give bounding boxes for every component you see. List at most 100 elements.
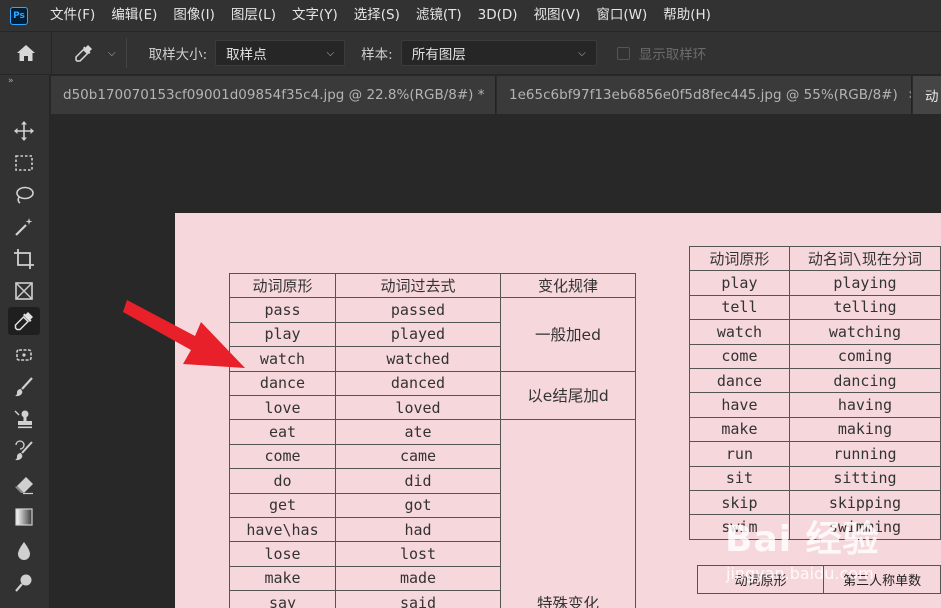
table-cell: lost [335, 541, 501, 567]
table-header: 变化规律 [500, 272, 636, 299]
table-header-row: 动词原形 动名词\现在分词 [689, 245, 941, 272]
table-cell: dance [229, 370, 336, 396]
table-header: 动词过去式 [335, 272, 501, 299]
gradient-icon [15, 508, 33, 526]
menu-view[interactable]: 视图(V) [526, 0, 589, 31]
table-cell: eat [229, 419, 336, 445]
menu-bar: Ps 文件(F) 编辑(E) 图像(I) 图层(L) 文字(Y) 选择(S) 滤… [0, 0, 941, 31]
menu-file[interactable]: 文件(F) [42, 0, 103, 31]
table-row: sit sitting [689, 465, 941, 491]
menu-window[interactable]: 窗口(W) [588, 0, 655, 31]
table-cell: sit [689, 465, 790, 491]
menu-help[interactable]: 帮助(H) [655, 0, 719, 31]
table-cell: tell [689, 294, 790, 321]
table-cell: swim [689, 514, 790, 540]
table-cell: run [689, 441, 790, 467]
stamp-icon [14, 410, 32, 429]
menu-select[interactable]: 选择(S) [346, 0, 408, 31]
sample-size-label: 取样大小: [148, 47, 208, 63]
tool-preset-picker[interactable]: ⌵ [74, 43, 116, 63]
table-header-row: 动词原形 动词过去式 变化规律 [229, 272, 636, 299]
lasso-tool[interactable] [8, 181, 40, 209]
chevron-down-icon: ⌵ [108, 47, 116, 59]
menu-3d[interactable]: 3D(D) [470, 0, 526, 31]
crop-tool[interactable] [8, 245, 40, 273]
table-cell: come [229, 443, 336, 470]
magic-wand-tool[interactable] [8, 213, 40, 241]
healing-brush-tool[interactable] [8, 341, 40, 369]
table-cell: watch [689, 319, 790, 345]
table-cell: running [788, 441, 941, 467]
table-row: make making [689, 416, 941, 443]
clone-stamp-tool[interactable] [8, 405, 40, 433]
dodge-tool[interactable] [8, 569, 40, 597]
dodge-icon [15, 574, 32, 592]
frame-tool[interactable] [8, 277, 40, 305]
tab-document-3[interactable]: 动 [913, 76, 941, 114]
close-icon[interactable]: ✕ [908, 88, 911, 102]
collapse-panel-button[interactable]: » [0, 75, 49, 87]
sample-label: 样本: [361, 47, 393, 63]
table-cell: make [229, 565, 336, 592]
table-row: have having [689, 392, 941, 418]
rule-cell: 一般加ed [500, 297, 636, 372]
menu-image[interactable]: 图像(I) [165, 0, 223, 31]
marquee-tool[interactable] [8, 149, 40, 177]
menu-type[interactable]: 文字(Y) [284, 0, 346, 31]
table-cell: made [335, 565, 501, 592]
table-cell: loved [335, 394, 501, 421]
table-row: eat ate 特殊变化 [229, 419, 636, 608]
gradient-tool[interactable] [8, 503, 40, 531]
eyedropper-tool[interactable] [8, 307, 40, 335]
sample-layers-select[interactable]: 所有图层 ⌵ [400, 40, 597, 66]
menu-filter[interactable]: 滤镜(T) [408, 0, 470, 31]
rule-cell: 特殊变化 [500, 419, 636, 608]
table-cell: having [788, 392, 941, 418]
menu-edit[interactable]: 编辑(E) [103, 0, 165, 31]
eyedropper-icon [75, 45, 92, 62]
table-cell: watching [788, 319, 941, 345]
table-cell: sitting [788, 465, 941, 491]
table-cell: dancing [788, 367, 941, 394]
table-cell: ate [335, 419, 501, 445]
sample-layers-value: 所有图层 [411, 47, 466, 63]
photoshop-logo: Ps [10, 6, 28, 25]
sample-size-select[interactable]: 取样点 ⌵ [215, 40, 346, 66]
table-cell: said [335, 590, 501, 608]
menu-layer[interactable]: 图层(L) [223, 0, 284, 31]
show-sampling-ring-toggle[interactable]: 显示取样环 [616, 43, 707, 63]
table-cell: danced [335, 370, 501, 396]
show-sampling-ring-label: 显示取样环 [638, 47, 707, 63]
eraser-tool[interactable] [8, 471, 40, 499]
table-header: 动词原形 [689, 245, 790, 272]
tab-document-2[interactable]: 1e65c6bf97f13eb6856e0f5d8fec445.jpg @ 55… [497, 76, 912, 114]
table-row: come coming [689, 343, 941, 369]
table-cell: playing [788, 270, 941, 296]
document-image[interactable]: 动词原形 动词过去式 变化规律 pass passed 一般加ed play p… [175, 213, 941, 608]
table-cell: make [689, 416, 790, 443]
table-header: 动名词\现在分词 [788, 245, 941, 272]
table-cell: love [229, 394, 336, 421]
table-cell: making [788, 416, 941, 443]
brush-tool[interactable] [8, 373, 40, 401]
tab-label: d50b170070153cf09001d09854f35c4.jpg @ 22… [63, 87, 485, 103]
checkbox[interactable] [616, 46, 630, 60]
home-button[interactable] [0, 31, 52, 75]
blur-tool[interactable] [8, 537, 40, 565]
document-tabs: d50b170070153cf09001d09854f35c4.jpg @ 22… [51, 76, 941, 114]
move-tool[interactable] [8, 117, 40, 145]
present-participle-table: 动词原形 动名词\现在分词 play playing tell telling wa… [689, 245, 941, 540]
canvas-area[interactable]: 动词原形 动词过去式 变化规律 pass passed 一般加ed play p… [51, 114, 941, 608]
table-cell: came [335, 443, 501, 470]
table-cell: watched [335, 346, 501, 372]
close-icon[interactable]: ✕ [494, 88, 495, 102]
table-cell: passed [335, 297, 501, 323]
tab-label: 动 [925, 89, 939, 105]
history-brush-tool[interactable] [8, 437, 40, 465]
table-cell: got [335, 492, 501, 518]
tab-document-1[interactable]: d50b170070153cf09001d09854f35c4.jpg @ 22… [51, 76, 496, 114]
tools-panel: » [0, 75, 50, 608]
past-tense-table: 动词原形 动词过去式 变化规律 pass passed 一般加ed play p… [229, 272, 636, 608]
bandage-icon [16, 349, 32, 361]
table-row: run running [689, 441, 941, 467]
